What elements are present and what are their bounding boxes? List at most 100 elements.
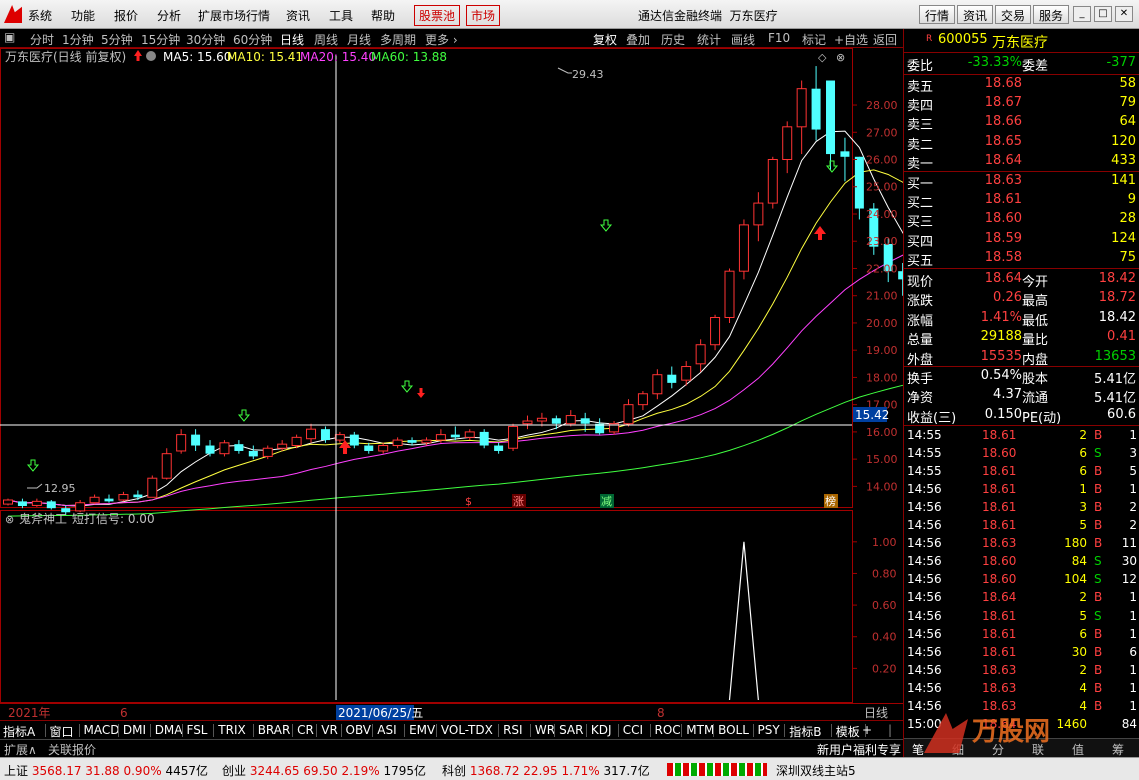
minimize-icon[interactable]: _ <box>1073 6 1091 22</box>
ask-row-1[interactable]: 卖五 18.68 58 <box>904 75 1139 95</box>
period-60min[interactable]: 60分钟 <box>233 31 272 48</box>
indicator-tab-23[interactable]: 指标B <box>789 723 821 740</box>
indicator-tab-13[interactable]: VOL-TDX <box>441 723 493 737</box>
ask-row-4[interactable]: 卖二 18.65 120 <box>904 133 1139 153</box>
indicator-tab-19[interactable]: ROC <box>655 723 681 737</box>
tick-row[interactable]: 14:55 18.61 2 B 1 <box>904 427 1139 445</box>
tool-add-watch[interactable]: +自选 <box>834 31 868 48</box>
tool-history[interactable]: 历史 <box>661 31 685 48</box>
period-daily[interactable]: 日线 <box>280 31 304 48</box>
tick-row[interactable]: 14:56 18.61 1 B 1 <box>904 481 1139 499</box>
ask-row-5[interactable]: 卖一 18.64 433 <box>904 152 1139 172</box>
panel-close-icon[interactable]: ⊗ <box>836 51 845 64</box>
period-weekly[interactable]: 周线 <box>314 31 338 48</box>
tool-draw[interactable]: 画线 <box>731 31 755 48</box>
settings-circle-icon[interactable] <box>146 51 156 61</box>
tick-row[interactable]: 14:56 18.61 6 B 1 <box>904 626 1139 644</box>
bid-row-3[interactable]: 买三 18.60 28 <box>904 210 1139 230</box>
indicator-tab-22[interactable]: PSY <box>758 723 780 737</box>
menu-market[interactable]: 市场 <box>466 5 501 26</box>
tick-row[interactable]: 14:56 18.63 180 B 11 <box>904 535 1139 553</box>
indicator-tab-3[interactable]: DMI <box>123 723 146 737</box>
ext-toggle-tab[interactable]: 扩展∧ <box>4 741 37 758</box>
menu-quote[interactable]: 报价 <box>114 7 138 24</box>
menu-analysis[interactable]: 分析 <box>157 7 181 24</box>
tick-row[interactable]: 14:56 18.61 5 S 1 <box>904 608 1139 626</box>
indicator-tab-0[interactable]: 指标A <box>3 723 35 740</box>
tick-row[interactable]: 14:56 18.60 84 S 30 <box>904 553 1139 571</box>
server-name[interactable]: 深圳双线主站5 <box>776 762 856 779</box>
related-quote-tab[interactable]: 关联报价 <box>48 741 96 758</box>
indicator-tab-8[interactable]: CR <box>297 723 314 737</box>
indicator-tab-21[interactable]: BOLL <box>718 723 749 737</box>
promo-link[interactable]: 新用户福利专享 <box>817 741 901 758</box>
indicator-tab-17[interactable]: KDJ <box>591 723 612 737</box>
menu-news[interactable]: 资讯 <box>286 7 310 24</box>
maximize-icon[interactable]: □ <box>1094 6 1112 22</box>
period-multi[interactable]: 多周期 <box>380 31 416 48</box>
index-sh[interactable]: 上证 3568.17 31.88 0.90% 4457亿 <box>4 762 208 779</box>
indicator-tab-15[interactable]: WR <box>535 723 555 737</box>
tool-overlay[interactable]: 叠加 <box>626 31 650 48</box>
tool-stats[interactable]: 统计 <box>697 31 721 48</box>
sidebar-toggle-icon[interactable]: ▣ <box>4 30 15 44</box>
menu-system[interactable]: 系统 <box>28 7 52 24</box>
indicator-tab-6[interactable]: TRIX <box>218 723 245 737</box>
menu-help[interactable]: 帮助 <box>371 7 395 24</box>
tick-row[interactable]: 14:56 18.61 30 B 6 <box>904 644 1139 662</box>
menu-tools[interactable]: 工具 <box>329 7 353 24</box>
menu-function[interactable]: 功能 <box>71 7 95 24</box>
bid-row-5[interactable]: 买五 18.58 75 <box>904 249 1139 269</box>
kline-chart[interactable]: 14.0015.0016.0017.0018.0019.0020.0021.00… <box>0 48 1139 720</box>
close-icon[interactable]: ✕ <box>1115 6 1133 22</box>
period-30min[interactable]: 30分钟 <box>186 31 225 48</box>
event-marker-rise[interactable]: 涨 <box>513 495 524 508</box>
menu-stock-pool[interactable]: 股票池 <box>414 5 461 26</box>
event-marker-dollar[interactable]: $ <box>465 495 472 508</box>
event-marker-rank[interactable]: 榜 <box>825 494 836 508</box>
service-button[interactable]: 服务 <box>1033 5 1070 24</box>
indicator-tab-9[interactable]: VR <box>321 723 338 737</box>
tick-row[interactable]: 14:56 18.61 5 B 2 <box>904 517 1139 535</box>
indicator-tab-2[interactable]: MACD <box>84 723 120 737</box>
indicator-tab-16[interactable]: SAR <box>559 723 583 737</box>
indicator-tab-4[interactable]: DMA <box>155 723 183 737</box>
period-5min[interactable]: 5分钟 <box>101 31 133 48</box>
indicator-tab-14[interactable]: RSI <box>503 723 523 737</box>
index-kc[interactable]: 科创 1368.72 22.95 1.71% 317.7亿 <box>442 762 650 779</box>
tick-row[interactable]: 14:55 18.60 6 S 3 <box>904 445 1139 463</box>
chart-area[interactable]: 14.00 15.00 16.00 17.00 18.00 19.00 20.00 21.00… <box>0 48 1139 720</box>
indicator-tab-18[interactable]: CCI <box>623 723 643 737</box>
tick-row[interactable]: 14:56 18.60 104 S 12 <box>904 571 1139 589</box>
news-button[interactable]: 资讯 <box>957 5 994 24</box>
indicator-tab-5[interactable]: FSL <box>187 723 208 737</box>
indicator-tab-10[interactable]: OBV <box>346 723 372 737</box>
indicator-tab-11[interactable]: ASI <box>377 723 396 737</box>
indicator-tab-12[interactable]: EMV <box>409 723 435 737</box>
indicator-tab-20[interactable]: MTM <box>686 723 714 737</box>
tick-row[interactable]: 14:56 18.63 2 B 1 <box>904 662 1139 680</box>
trade-button[interactable]: 交易 <box>995 5 1032 24</box>
period-15min[interactable]: 15分钟 <box>141 31 180 48</box>
panel-tab-0[interactable]: 笔 <box>912 741 924 758</box>
period-intraday[interactable]: 分时 <box>30 31 54 48</box>
indicator-tab-1[interactable]: 窗口 <box>50 723 74 740</box>
ask-row-2[interactable]: 卖四 18.67 79 <box>904 94 1139 114</box>
tool-f10[interactable]: F10 <box>768 31 790 45</box>
menu-extended-market[interactable]: 扩展市场行情 <box>198 7 270 24</box>
quote-button[interactable]: 行情 <box>919 5 956 24</box>
ask-row-3[interactable]: 卖三 18.66 64 <box>904 113 1139 133</box>
tool-adjust[interactable]: 复权 <box>593 31 617 48</box>
tick-row[interactable]: 14:56 18.63 4 B 1 <box>904 680 1139 698</box>
bid-row-4[interactable]: 买四 18.59 124 <box>904 230 1139 250</box>
indicator-add-button[interactable]: + <box>862 723 872 737</box>
period-more[interactable]: 更多 › <box>425 31 458 48</box>
period-1min[interactable]: 1分钟 <box>62 31 94 48</box>
tick-row[interactable]: 14:55 18.61 6 B 5 <box>904 463 1139 481</box>
event-marker-reduce[interactable]: 减 <box>601 495 612 508</box>
period-monthly[interactable]: 月线 <box>347 31 371 48</box>
indicator-tab-24[interactable]: 模板 <box>836 723 860 740</box>
indicator-tab-7[interactable]: BRAR <box>258 723 291 737</box>
indicator-settings-icon[interactable]: ⊗ <box>5 513 14 526</box>
tool-back[interactable]: 返回 <box>873 31 897 48</box>
